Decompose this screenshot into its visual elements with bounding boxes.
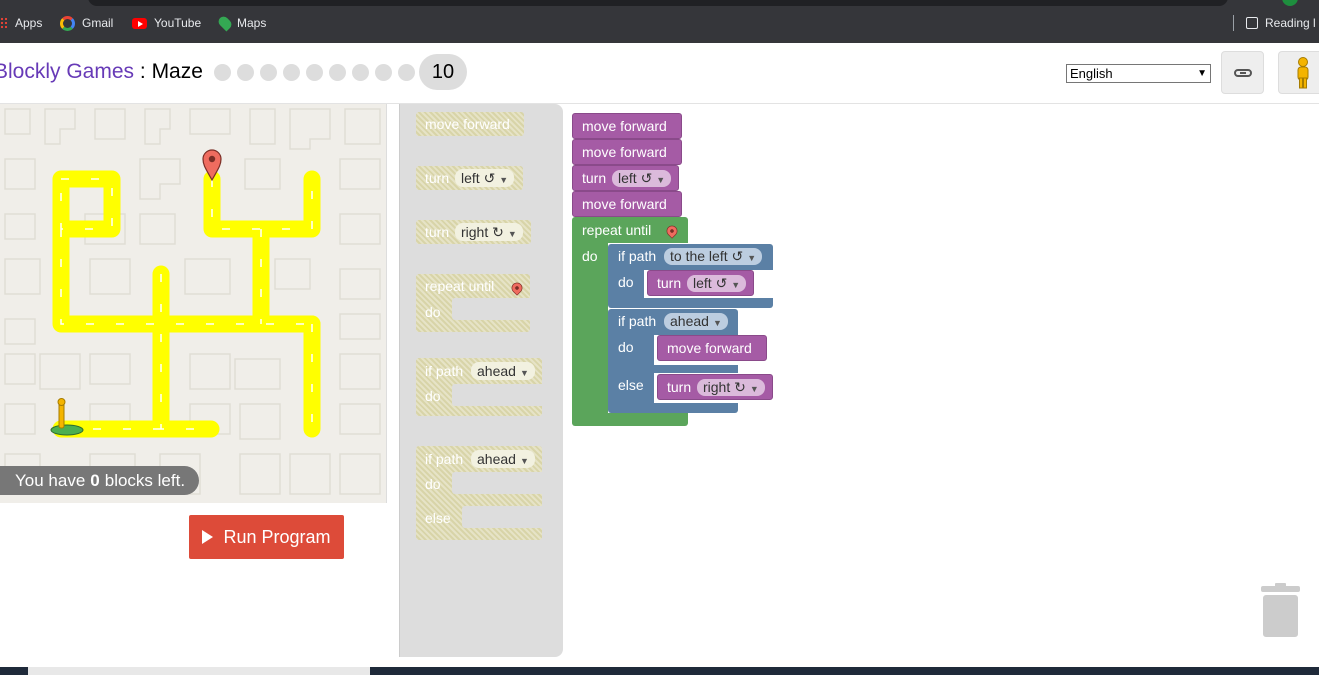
- maze-path: [52, 170, 321, 438]
- chevron-down-icon: ▼: [1197, 68, 1207, 79]
- pegman-player-icon: [50, 398, 84, 436]
- maps-icon: [216, 14, 234, 32]
- maze-svg: [4, 108, 381, 495]
- path-direction-dropdown[interactable]: ahead ▼: [471, 450, 535, 468]
- bookmark-separator: [1233, 15, 1234, 31]
- chevron-down-icon: ▼: [731, 280, 741, 290]
- pegman-icon: [1297, 56, 1309, 88]
- maze-board: [0, 104, 387, 503]
- toolbox-slot: [452, 298, 530, 320]
- level-4-link[interactable]: [283, 63, 300, 81]
- turn-direction-dropdown[interactable]: left ↺ ▼: [687, 275, 747, 292]
- turn-direction-dropdown[interactable]: left ↺ ▼: [612, 170, 672, 187]
- blocks-left-notice: You have 0 blocks left.: [0, 466, 200, 495]
- toolbox-turn-left-block[interactable]: turn left ↺ ▼: [416, 166, 523, 190]
- toolbox-turn-right-block[interactable]: turn right ↻ ▼: [416, 220, 531, 244]
- goal-marker-icon: [509, 280, 525, 296]
- chevron-down-icon: ▼: [507, 229, 517, 239]
- reading-list-button[interactable]: Reading l: [1246, 14, 1316, 32]
- bookmark-youtube[interactable]: YouTube: [132, 14, 201, 32]
- goal-marker-icon: [664, 223, 680, 239]
- move-forward-block[interactable]: move forward: [572, 191, 682, 217]
- gmail-icon: [60, 15, 75, 31]
- taskbar-item[interactable]: [28, 667, 370, 675]
- blockly-workspace[interactable]: move forward move forward turn left ↺ ▼ m…: [563, 104, 1319, 657]
- apps-icon: [0, 17, 8, 29]
- level-selector: 10: [214, 54, 467, 90]
- level-3-link[interactable]: [260, 63, 277, 81]
- profile-avatar[interactable]: [1282, 0, 1298, 6]
- path-direction-dropdown[interactable]: to the left ↺ ▼: [664, 248, 763, 265]
- level-8-link[interactable]: [375, 63, 392, 81]
- chevron-down-icon: ▼: [749, 384, 759, 394]
- move-forward-block[interactable]: move forward: [572, 113, 682, 139]
- toolbox-slot: [452, 472, 542, 494]
- turn-left-block[interactable]: turn left ↺ ▼: [647, 270, 754, 296]
- toolbox-if-else-block[interactable]: if path ahead ▼ do else: [416, 446, 542, 540]
- language-select[interactable]: English ▼: [1066, 64, 1211, 83]
- level-6-link[interactable]: [329, 63, 346, 81]
- bookmark-apps[interactable]: Apps: [0, 14, 42, 32]
- address-bar[interactable]: [88, 0, 1228, 6]
- level-2-link[interactable]: [237, 63, 254, 81]
- turn-direction-dropdown[interactable]: right ↻ ▼: [455, 223, 523, 241]
- chevron-down-icon: ▼: [519, 456, 529, 466]
- trash-can-icon[interactable]: [1259, 583, 1302, 638]
- bookmark-maps[interactable]: Maps: [216, 14, 266, 32]
- reading-list-icon: [1246, 17, 1258, 29]
- path-direction-dropdown[interactable]: ahead ▼: [471, 362, 535, 380]
- chevron-down-icon: ▼: [519, 368, 529, 378]
- chevron-down-icon: ▼: [712, 318, 722, 328]
- youtube-icon: [132, 17, 147, 29]
- chevron-down-icon: ▼: [656, 175, 666, 185]
- blockly-games-link[interactable]: Blockly Games: [0, 60, 134, 83]
- run-program-button[interactable]: Run Program: [189, 515, 344, 559]
- toolbox-flyout: move forward turn left ↺ ▼ turn right ↻ ▼ …: [399, 104, 563, 657]
- bookmark-gmail[interactable]: Gmail: [60, 14, 113, 32]
- turn-right-block[interactable]: turn right ↻ ▼: [657, 374, 773, 400]
- toolbox-move-forward-block[interactable]: move forward: [416, 112, 524, 136]
- play-icon: [202, 530, 214, 544]
- current-level-badge: 10: [419, 54, 467, 90]
- level-1-link[interactable]: [214, 63, 231, 81]
- app-name: Maze: [151, 60, 203, 83]
- path-direction-dropdown[interactable]: ahead ▼: [664, 313, 728, 330]
- link-button[interactable]: [1221, 51, 1264, 94]
- link-icon: [1233, 68, 1252, 77]
- toolbox-repeat-until-block[interactable]: repeat until do: [416, 274, 530, 332]
- level-7-link[interactable]: [352, 63, 369, 81]
- level-5-link[interactable]: [306, 63, 323, 81]
- level-9-link[interactable]: [398, 63, 415, 81]
- pegman-button[interactable]: [1278, 51, 1319, 94]
- turn-direction-dropdown[interactable]: right ↻ ▼: [697, 379, 765, 396]
- move-forward-block[interactable]: move forward: [572, 139, 682, 165]
- maze-path-dashes: [60, 178, 313, 430]
- turn-left-block[interactable]: turn left ↺ ▼: [572, 165, 679, 191]
- turn-direction-dropdown[interactable]: left ↺ ▼: [455, 169, 515, 187]
- page-title: Blockly Games : Maze: [0, 60, 203, 84]
- toolbox-slot: [452, 384, 542, 406]
- toolbox-slot: [462, 506, 542, 528]
- chevron-down-icon: ▼: [747, 253, 757, 263]
- toolbox-if-path-block[interactable]: if path ahead ▼ do: [416, 358, 542, 416]
- move-forward-block[interactable]: move forward: [657, 335, 767, 361]
- chevron-down-icon: ▼: [499, 175, 509, 185]
